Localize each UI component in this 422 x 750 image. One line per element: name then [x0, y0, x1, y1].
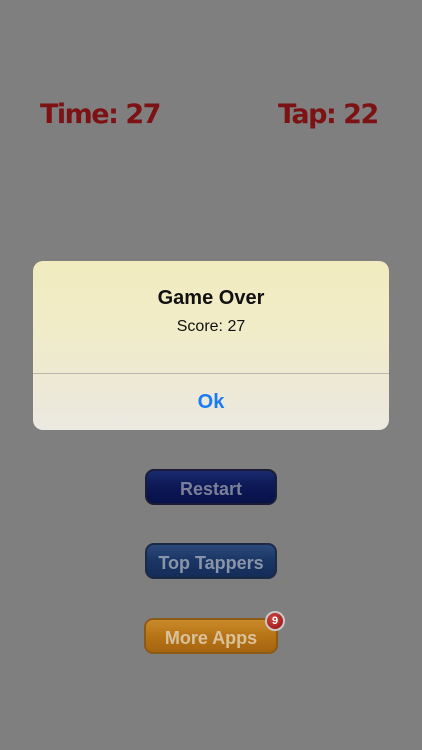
alert-title: Game Over [157, 287, 265, 309]
top-tappers-button[interactable]: Top Tappers [145, 543, 277, 579]
score-message: Score: 27 [176, 318, 246, 335]
tap-counter: Tap: 22 [278, 99, 379, 130]
time-counter: Time: 27 [40, 99, 161, 130]
ok-button[interactable]: Ok [33, 374, 389, 430]
notification-badge: 9 [265, 611, 285, 631]
more-apps-button[interactable]: More Apps [144, 618, 278, 654]
restart-button[interactable]: Restart [145, 469, 277, 505]
game-over-alert: Game Over Score: 27 Ok [33, 261, 389, 430]
